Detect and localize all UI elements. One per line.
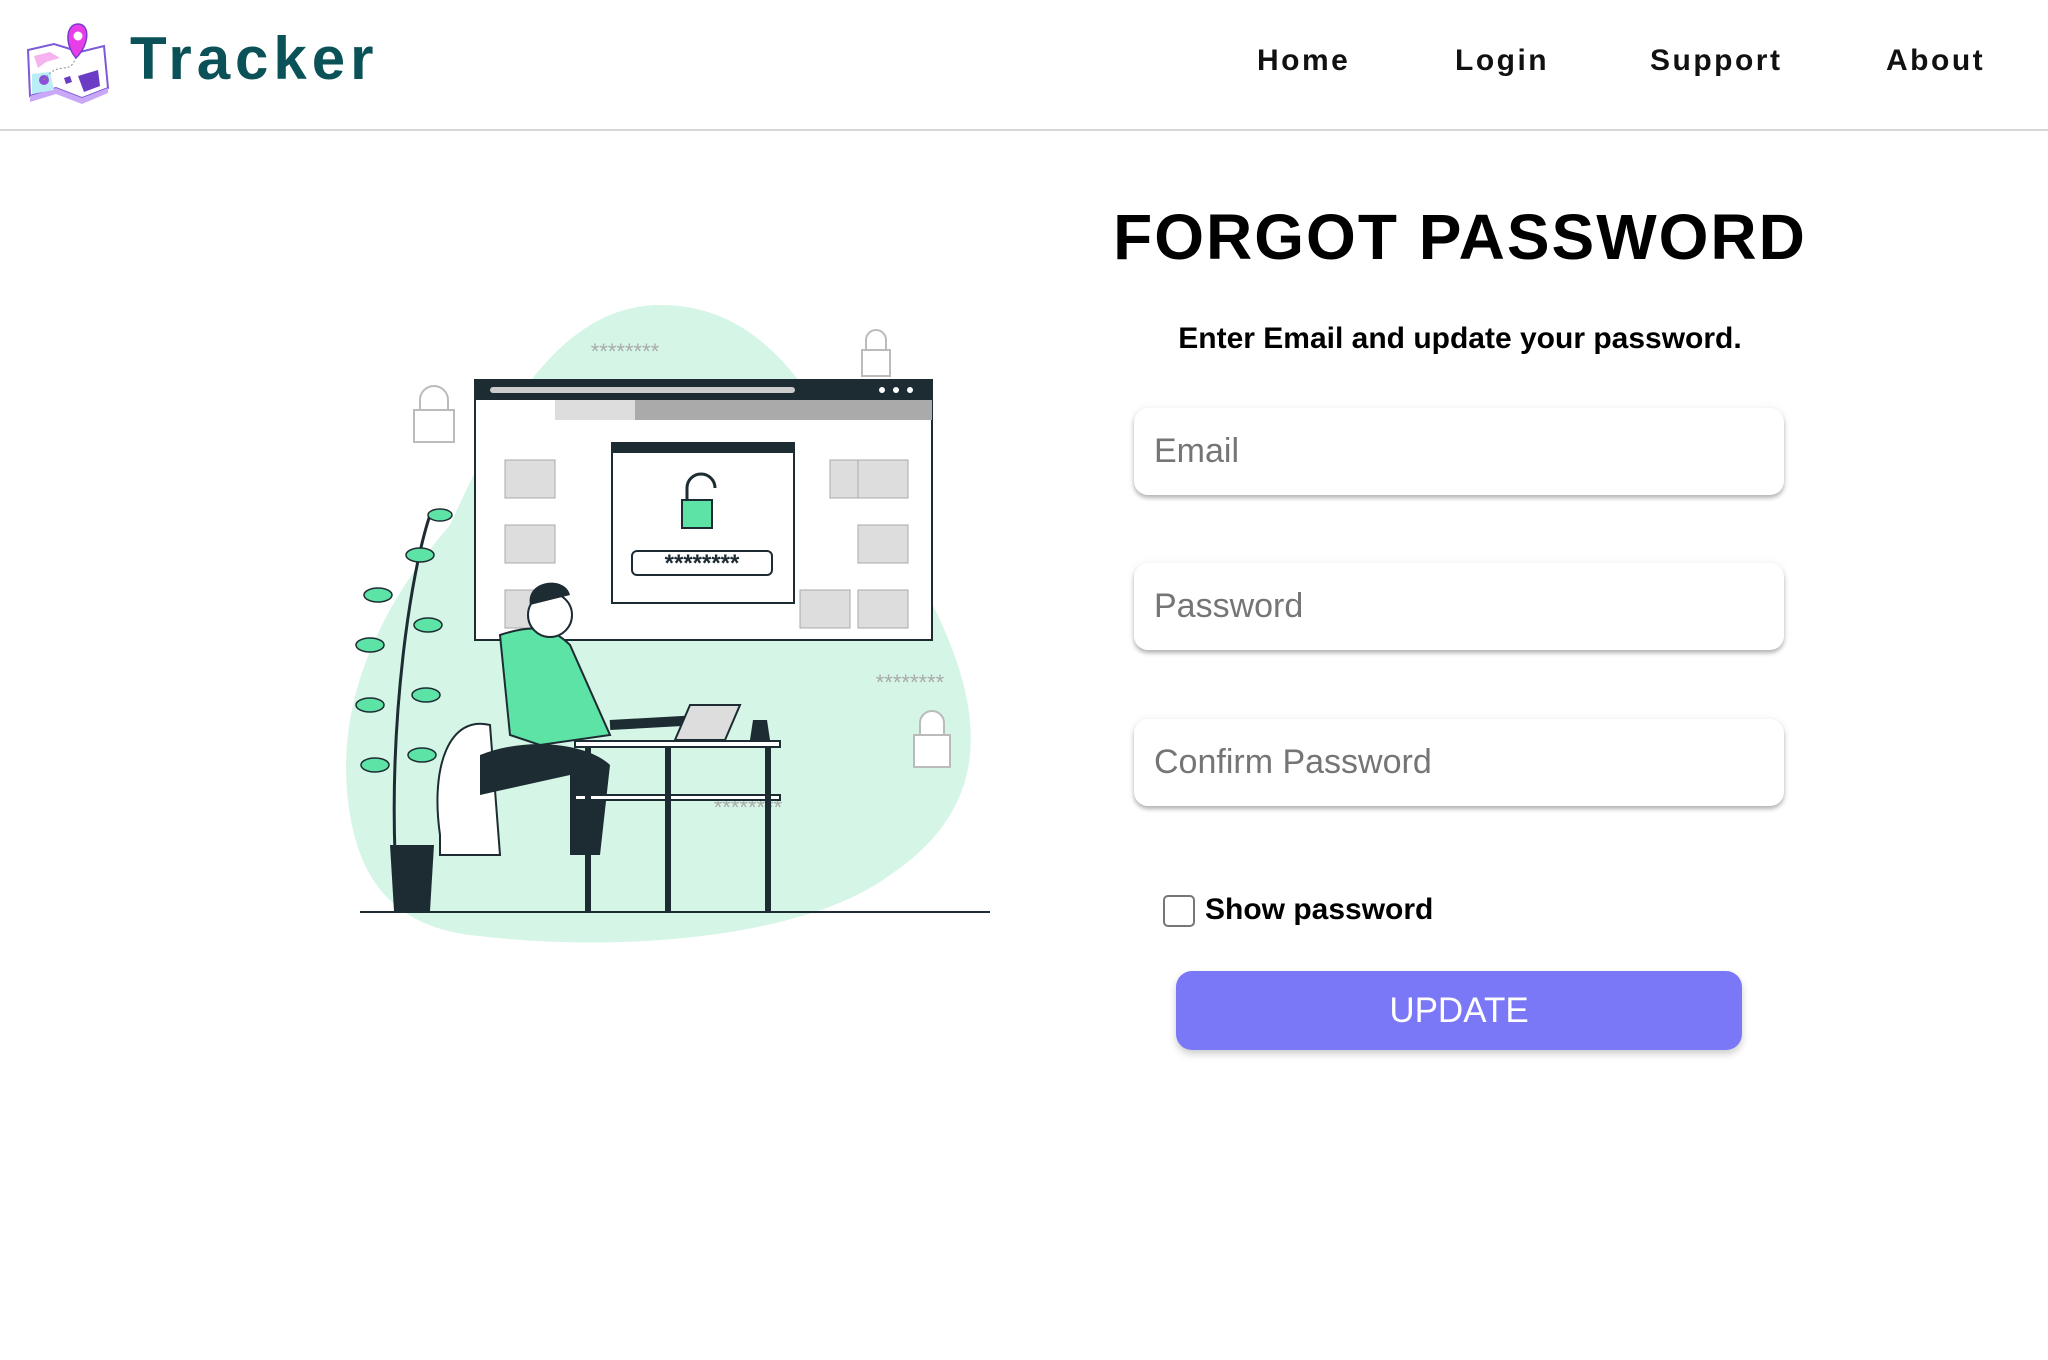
top-navbar: Tracker Home Login Support About — [0, 0, 2048, 131]
update-button[interactable]: UPDATE — [1176, 971, 1742, 1050]
nav-support[interactable]: Support — [1650, 44, 1782, 78]
nav-about[interactable]: About — [1886, 44, 1985, 78]
password-dialog: ******** — [611, 442, 795, 604]
forgot-password-illustration: ******** ******** ******** ******** — [346, 305, 990, 943]
map-pin-logo-icon[interactable] — [20, 18, 112, 112]
password-input[interactable] — [1134, 563, 1784, 650]
show-password-checkbox[interactable] — [1163, 895, 1195, 927]
page-title: FORGOT PASSWORD — [1113, 201, 1807, 273]
email-input[interactable] — [1134, 408, 1784, 495]
show-password-label[interactable]: Show password — [1205, 893, 1433, 927]
brand-name[interactable]: Tracker — [130, 24, 379, 93]
page-subtitle: Enter Email and update your password. — [1178, 322, 1742, 355]
password-mask-text: ******** — [876, 670, 945, 695]
nav-home[interactable]: Home — [1257, 44, 1350, 78]
confirm-password-input[interactable] — [1134, 719, 1784, 806]
password-mask-text: ******** — [665, 550, 740, 577]
password-mask-text: ******** — [591, 339, 660, 364]
nav-login[interactable]: Login — [1455, 44, 1549, 78]
